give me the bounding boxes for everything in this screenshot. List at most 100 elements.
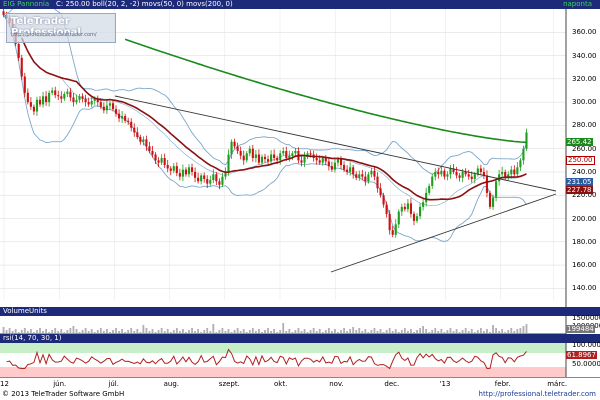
volume-bar <box>403 328 406 333</box>
candle-body <box>349 167 352 172</box>
volume-bar <box>410 329 412 333</box>
price-tick-label: 340.00 <box>572 51 597 60</box>
volume-bar <box>406 331 409 333</box>
candle-body <box>446 174 449 177</box>
volume-bar <box>364 329 367 333</box>
volume-bar <box>419 328 421 333</box>
volume-bar <box>191 328 193 333</box>
volume-bar <box>522 326 525 333</box>
candle-body <box>406 203 409 210</box>
candle-body <box>230 141 233 155</box>
candle-body <box>63 93 66 99</box>
volume-bar <box>373 328 376 333</box>
volume-bar <box>446 330 449 333</box>
candle-body <box>415 216 419 221</box>
volume-bar <box>306 332 309 333</box>
volume-bar <box>75 329 78 333</box>
candle-body <box>254 154 257 158</box>
volume-bar <box>151 329 154 333</box>
candle-body <box>209 180 212 184</box>
volume-bar <box>492 325 494 333</box>
period-label: naponta <box>563 0 592 8</box>
volume-bar <box>391 331 394 333</box>
candle-body <box>242 155 245 161</box>
candle-body <box>145 139 148 147</box>
volume-bar <box>428 332 431 333</box>
candle-body <box>412 213 416 221</box>
candle-body <box>333 162 336 170</box>
indicator-label: C: 250.00 boll(20, 2, -2) movs(50, 0) mo… <box>56 0 233 8</box>
volume-bar <box>467 331 470 333</box>
candle-body <box>236 146 239 152</box>
volume-bar <box>279 330 282 333</box>
candle-body <box>266 159 270 162</box>
volume-bar <box>434 328 437 333</box>
volume-bar <box>388 328 391 333</box>
volume-bar <box>303 329 306 333</box>
candle-body <box>440 170 443 175</box>
volume-bar <box>315 331 318 333</box>
volume-bar <box>60 329 63 333</box>
volume-bar <box>33 332 35 333</box>
candle-body <box>403 206 406 210</box>
footer-url[interactable]: http://professional.teletrader.com <box>479 390 596 398</box>
volume-bar <box>26 331 29 333</box>
candle-body <box>519 160 522 168</box>
volume-bar <box>118 331 120 333</box>
volume-bar <box>479 328 482 333</box>
price-tick-label: 360.00 <box>572 28 597 37</box>
candle-body <box>276 157 279 161</box>
volume-bar <box>93 332 96 333</box>
candle-body <box>425 192 428 203</box>
volume-bar <box>166 329 169 333</box>
candle-body <box>270 154 273 162</box>
volume-bar <box>51 330 54 333</box>
volume-bar <box>312 328 315 333</box>
volume-bar <box>440 329 443 333</box>
volume-bar <box>470 329 473 333</box>
volume-bar <box>5 330 8 333</box>
candle-body <box>66 91 69 94</box>
candle-body <box>300 160 303 163</box>
candle-body <box>17 43 20 58</box>
candle-body <box>373 170 376 177</box>
volume-bar <box>99 328 102 333</box>
volume-bar <box>321 332 324 333</box>
candle-body <box>41 96 45 105</box>
volume-bar <box>330 331 333 333</box>
volume-bar <box>209 331 212 333</box>
candle-body <box>473 174 476 179</box>
candle-body <box>443 170 446 177</box>
volume-bar <box>489 332 491 333</box>
volume-bar <box>334 329 336 333</box>
candle-body <box>20 57 23 77</box>
volume-bar <box>455 329 458 333</box>
volume-bar <box>425 329 428 333</box>
candle-body <box>291 153 294 156</box>
candle-body <box>522 148 525 161</box>
volume-bar <box>501 329 504 333</box>
volume-panel-header: VolumeUnits <box>0 307 600 316</box>
volume-bar <box>105 329 108 333</box>
candle-body <box>151 151 154 155</box>
candle-body <box>163 157 166 165</box>
candle-body <box>75 99 78 103</box>
volume-bar <box>483 331 485 333</box>
volume-bar <box>464 328 467 333</box>
candle-body <box>422 202 425 207</box>
candle-body <box>105 105 108 111</box>
volume-bar <box>136 329 139 333</box>
volume-bar <box>458 332 461 333</box>
candle-body <box>461 171 464 178</box>
volume-bar <box>133 331 136 333</box>
volume-bar <box>413 332 415 333</box>
candle-body <box>26 92 29 103</box>
volume-bar <box>349 329 352 333</box>
candle-body <box>385 204 388 214</box>
volume-bar <box>39 328 41 333</box>
volume-bar <box>227 329 230 333</box>
time-tick-label: nov. <box>329 380 344 388</box>
candle-body <box>57 95 60 97</box>
candle-body <box>215 174 218 182</box>
volume-bar <box>172 330 175 333</box>
